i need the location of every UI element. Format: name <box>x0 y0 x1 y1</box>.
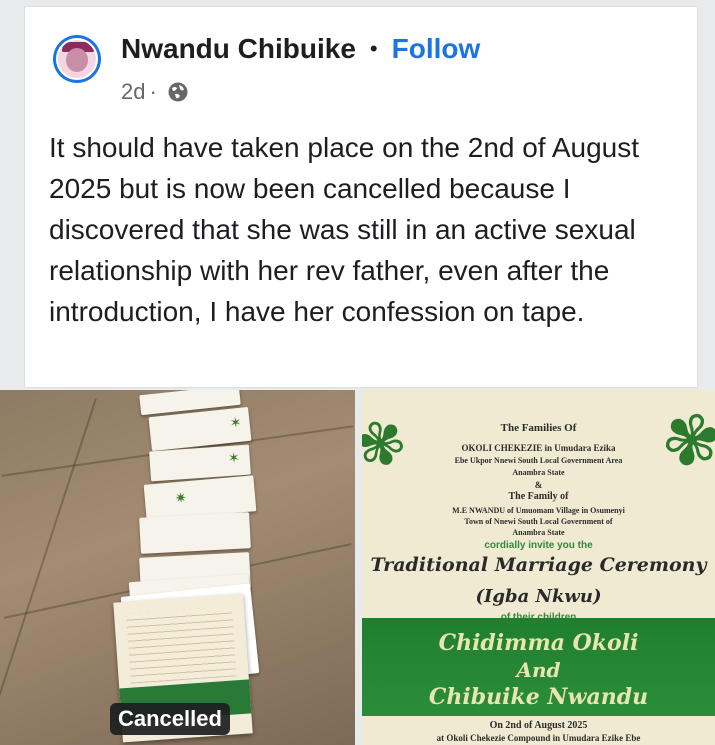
invite-line: Ebe Ukpor Nnewi South Local Government A… <box>454 456 623 465</box>
invite-line: On 2nd of August 2025 <box>489 720 588 731</box>
avatar[interactable] <box>53 35 101 83</box>
follow-button[interactable]: Follow <box>392 33 481 65</box>
invite-line: at Okoli Chekezie Compound in Umudara Ez… <box>436 733 641 743</box>
photo-left[interactable]: ✶ ✶ ✷ <box>0 390 355 745</box>
photo-right[interactable]: ✾ ✾ The Families Of OKOLI CHEKEZIE in Um… <box>362 390 715 745</box>
globe-icon <box>167 81 189 103</box>
invite-event-subtitle: (Igba Nkwu) <box>475 586 602 607</box>
invite-name-2: Chibuike Nwandu <box>428 684 649 710</box>
invite-line: cordially invite you the <box>484 540 593 551</box>
header-separator: • <box>369 36 378 61</box>
invite-line: Town of Nnewi South Local Government of <box>464 517 613 526</box>
author-name[interactable]: Nwandu Chibuike <box>121 33 356 65</box>
meta-separator: · <box>149 79 157 104</box>
post-card: Nwandu Chibuike • Follow 2d · It should … <box>24 6 698 388</box>
invite-line: Anambra State <box>512 528 565 537</box>
post-time[interactable]: 2d <box>121 79 145 105</box>
post-text: It should have taken place on the 2nd of… <box>49 132 639 327</box>
invite-event-title: Traditional Marriage Ceremony <box>370 554 707 576</box>
cancelled-badge: Cancelled <box>110 703 230 735</box>
post-meta: 2d · <box>121 79 189 105</box>
invite-line: Anambra State <box>512 468 565 477</box>
post-header: Nwandu Chibuike • Follow <box>121 33 480 65</box>
avatar-image <box>56 38 98 80</box>
invite-line: The Families Of <box>500 422 577 434</box>
invite-line: M.E NWANDU of Umuomam Village in Osumeny… <box>452 506 625 515</box>
invite-line: OKOLI CHEKEZIE in Umudara Ezika <box>461 443 616 453</box>
invite-name-1: Chidimma Okoli <box>438 630 639 656</box>
invite-and: And <box>516 658 561 682</box>
invite-line: The Family of <box>508 491 569 502</box>
invite-line: & <box>534 480 543 490</box>
